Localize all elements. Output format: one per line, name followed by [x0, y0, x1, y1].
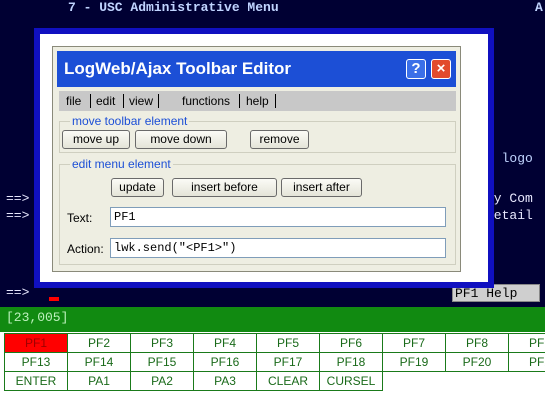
- key-pf9[interactable]: PF9: [508, 333, 545, 353]
- insert-before-button[interactable]: insert before: [172, 178, 277, 197]
- menu-view[interactable]: view: [129, 91, 153, 111]
- key-pf16[interactable]: PF16: [193, 352, 257, 372]
- key-pf14[interactable]: PF14: [67, 352, 131, 372]
- menu-separator: [123, 94, 124, 108]
- menu-separator: [275, 94, 276, 108]
- key-pf7[interactable]: PF7: [382, 333, 446, 353]
- remove-button[interactable]: remove: [250, 130, 309, 149]
- key-clear[interactable]: CLEAR: [256, 371, 320, 391]
- menu-separator: [158, 94, 159, 108]
- move-down-button[interactable]: move down: [135, 130, 227, 149]
- terminal-cursor: [49, 297, 59, 301]
- menu-file[interactable]: file: [66, 91, 81, 111]
- menu-help[interactable]: help: [246, 91, 269, 111]
- insert-after-button[interactable]: insert after: [281, 178, 362, 197]
- menu-separator: [90, 94, 91, 108]
- key-enter[interactable]: ENTER: [4, 371, 68, 391]
- key-pa3[interactable]: PA3: [193, 371, 257, 391]
- key-pf15[interactable]: PF15: [130, 352, 194, 372]
- key-pf4[interactable]: PF4: [193, 333, 257, 353]
- action-input[interactable]: lwk.send("<PF1>"): [110, 238, 446, 258]
- terminal-menu-title: 7 - USC Administrative Menu: [68, 0, 279, 15]
- status-bar: [23,005]: [0, 307, 545, 332]
- key-pa1[interactable]: PA1: [67, 371, 131, 391]
- key-pf3[interactable]: PF3: [130, 333, 194, 353]
- toolbar-editor-dialog: LogWeb/Ajax Toolbar Editor ? × file edit…: [52, 46, 461, 272]
- text-input[interactable]: PF1: [110, 207, 446, 227]
- close-icon[interactable]: ×: [431, 59, 451, 79]
- move-up-button[interactable]: move up: [62, 130, 130, 149]
- key-pf13[interactable]: PF13: [4, 352, 68, 372]
- dialog-title: LogWeb/Ajax Toolbar Editor: [64, 59, 291, 78]
- key-pf20[interactable]: PF20: [445, 352, 509, 372]
- menu-functions[interactable]: functions: [182, 91, 230, 111]
- key-pf6[interactable]: PF6: [319, 333, 383, 353]
- key-pf8[interactable]: PF8: [445, 333, 509, 353]
- menu-separator: [239, 94, 240, 108]
- key-pf2[interactable]: PF2: [508, 352, 545, 372]
- key-pf18[interactable]: PF18: [319, 352, 383, 372]
- edit-group-legend: edit menu element: [70, 157, 173, 171]
- help-icon[interactable]: ?: [406, 59, 426, 79]
- move-group-legend: move toolbar element: [70, 114, 190, 128]
- dialog-titlebar[interactable]: LogWeb/Ajax Toolbar Editor ? ×: [57, 51, 456, 87]
- key-pf19[interactable]: PF19: [382, 352, 446, 372]
- action-field-label: Action:: [67, 242, 104, 256]
- key-pa2[interactable]: PA2: [130, 371, 194, 391]
- terminal-arrow: ==>: [6, 208, 30, 223]
- terminal-right-letter: A: [535, 0, 543, 15]
- key-pf1[interactable]: PF1: [4, 333, 68, 353]
- function-keypad: PF1PF2PF3PF4PF5PF6PF7PF8PF9PF13PF14PF15P…: [4, 332, 545, 394]
- key-pf17[interactable]: PF17: [256, 352, 320, 372]
- key-pf2[interactable]: PF2: [67, 333, 131, 353]
- key-pf5[interactable]: PF5: [256, 333, 320, 353]
- dialog-menubar: file edit view functions help: [59, 91, 456, 111]
- terminal-arrow: ==>: [6, 191, 30, 206]
- key-cursel[interactable]: CURSEL: [319, 371, 383, 391]
- update-button[interactable]: update: [111, 178, 164, 197]
- terminal-arrow: ==>: [6, 285, 30, 300]
- cursor-position: [23,005]: [6, 310, 69, 325]
- text-field-label: Text:: [67, 211, 93, 225]
- menu-edit[interactable]: edit: [96, 91, 115, 111]
